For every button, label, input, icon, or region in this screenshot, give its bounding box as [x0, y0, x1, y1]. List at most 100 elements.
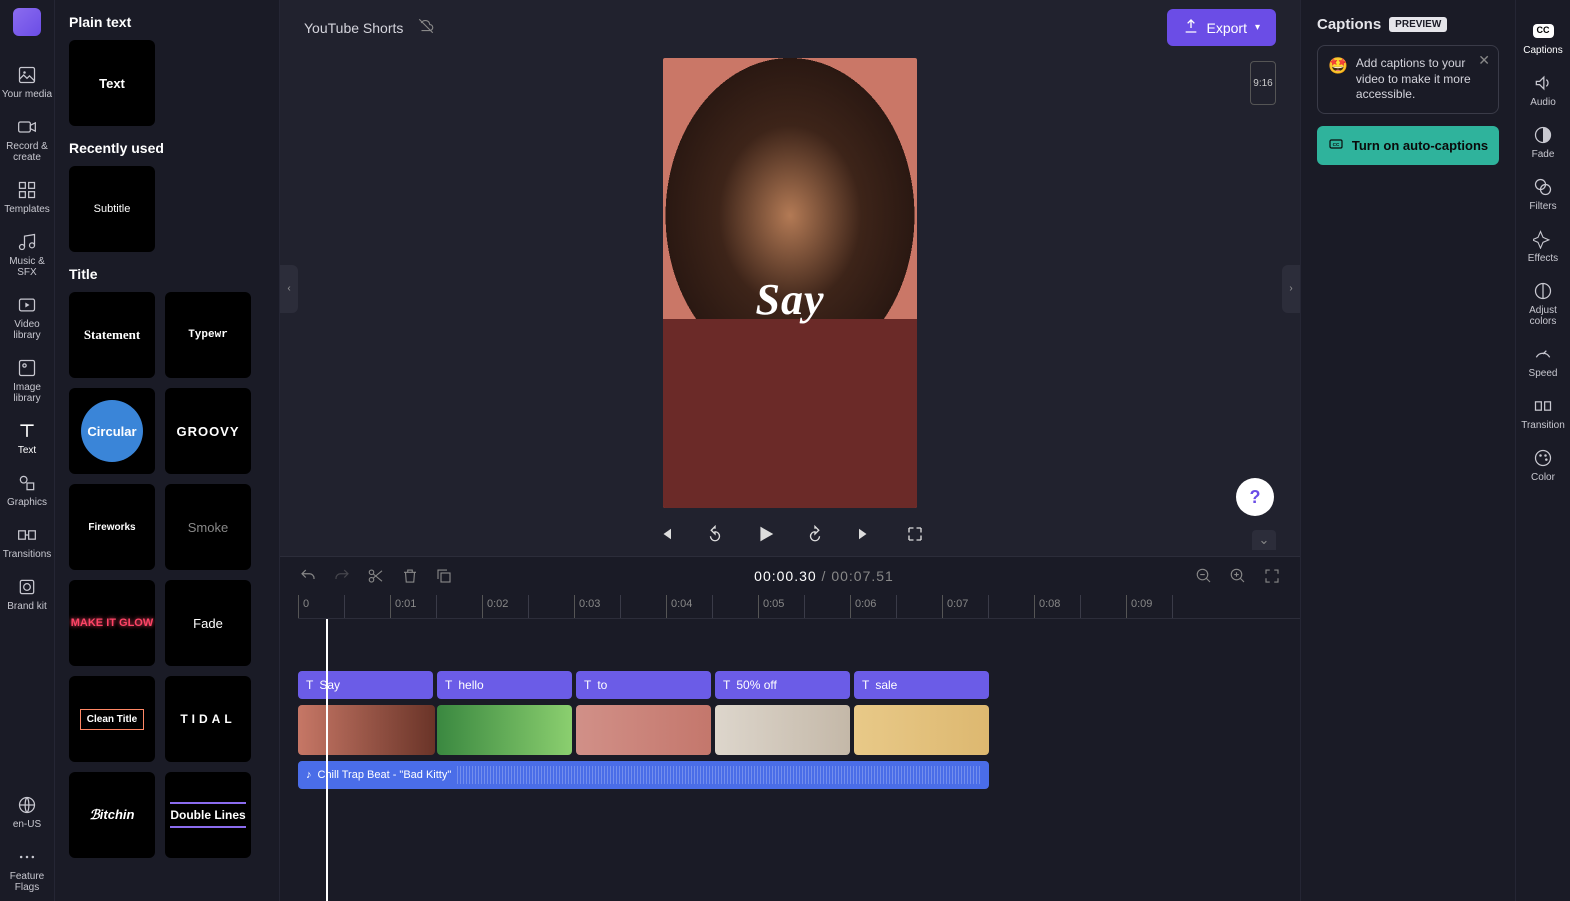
close-promo-button[interactable]: ✕: [1478, 52, 1490, 69]
nav-transitions[interactable]: Transitions: [0, 516, 55, 568]
aspect-ratio-button[interactable]: 9:16: [1250, 61, 1276, 105]
transition-icon: [1532, 395, 1554, 417]
audio-icon: [1532, 72, 1554, 94]
nav-graphics[interactable]: Graphics: [0, 464, 55, 516]
tile-smoke[interactable]: Smoke: [165, 484, 251, 570]
prop-captions[interactable]: CCCaptions: [1516, 12, 1570, 64]
preview-badge: PREVIEW: [1389, 17, 1447, 32]
tile-plain-text[interactable]: Text: [69, 40, 155, 126]
tile-fade[interactable]: Fade: [165, 580, 251, 666]
tile-double-lines[interactable]: Double Lines: [165, 772, 251, 858]
emoji-icon: 🤩: [1328, 56, 1348, 103]
playhead[interactable]: [326, 619, 328, 901]
fade-icon: [1532, 124, 1554, 146]
auto-captions-button[interactable]: CC Turn on auto-captions: [1317, 126, 1499, 165]
effects-icon: [1532, 228, 1554, 250]
captions-promo: 🤩 Add captions to your video to make it …: [1317, 45, 1499, 114]
nav-brand-kit[interactable]: Brand kit: [0, 568, 55, 620]
zoom-fit-button[interactable]: [1262, 566, 1282, 586]
delete-button[interactable]: [400, 566, 420, 586]
text-library-panel: Plain text Text Recently used Subtitle T…: [55, 0, 280, 901]
media-icon: [16, 64, 38, 86]
nav-video-library[interactable]: Video library: [0, 286, 55, 349]
video-clip[interactable]: [854, 705, 989, 755]
text-clip[interactable]: Thello: [437, 671, 572, 699]
skip-start-button[interactable]: [653, 522, 677, 546]
nav-music[interactable]: Music & SFX: [0, 223, 55, 286]
video-clip[interactable]: [576, 705, 711, 755]
nav-your-media[interactable]: Your media: [0, 56, 55, 108]
video-icon: [16, 294, 38, 316]
promo-text: Add captions to your video to make it mo…: [1356, 56, 1488, 103]
redo-button[interactable]: [332, 566, 352, 586]
preview-text-overlay: Say: [663, 274, 917, 325]
prop-audio[interactable]: Audio: [1516, 64, 1570, 116]
video-preview[interactable]: Say: [663, 58, 917, 508]
nav-locale[interactable]: en-US: [0, 786, 55, 838]
nav-feature-flags[interactable]: Feature Flags: [0, 838, 55, 901]
tile-groovy[interactable]: GROOVY: [165, 388, 251, 474]
color-icon: [1532, 447, 1554, 469]
tile-clean[interactable]: Clean Title: [69, 676, 155, 762]
split-button[interactable]: [366, 566, 386, 586]
tile-statement[interactable]: Statement: [69, 292, 155, 378]
prop-color[interactable]: Color: [1516, 439, 1570, 491]
duplicate-button[interactable]: [434, 566, 454, 586]
nav-image-library[interactable]: Image library: [0, 349, 55, 412]
video-clip[interactable]: [715, 705, 850, 755]
templates-icon: [16, 179, 38, 201]
project-title[interactable]: YouTube Shorts: [304, 20, 403, 36]
collapse-left-panel[interactable]: ‹: [280, 265, 298, 313]
nav-templates[interactable]: Templates: [0, 171, 55, 223]
panel-toggle-icon[interactable]: ⌄: [1252, 530, 1276, 550]
video-clip[interactable]: [298, 705, 435, 755]
text-icon: T: [445, 678, 452, 692]
video-clip[interactable]: [437, 705, 572, 755]
preview-area: ‹ Say 9:16 ? ›: [280, 55, 1300, 522]
globe-icon: [16, 794, 38, 816]
nav-text[interactable]: Text: [0, 412, 55, 464]
collapse-right-panel[interactable]: ›: [1282, 265, 1300, 313]
text-clip[interactable]: TSay: [298, 671, 433, 699]
timeline-toolbar: 00:00.30 / 00:07.51: [280, 557, 1300, 595]
forward-button[interactable]: [803, 522, 827, 546]
prop-speed[interactable]: Speed: [1516, 335, 1570, 387]
prop-filters[interactable]: Filters: [1516, 168, 1570, 220]
filters-icon: [1532, 176, 1554, 198]
prop-transition[interactable]: Transition: [1516, 387, 1570, 439]
audio-clip[interactable]: ♪Chill Trap Beat - "Bad Kitty": [298, 761, 989, 789]
tile-glow[interactable]: MAKE IT GLOW: [69, 580, 155, 666]
rewind-button[interactable]: [703, 522, 727, 546]
play-button[interactable]: [753, 522, 777, 546]
section-plain-text: Plain text: [69, 14, 265, 30]
captions-title: Captions: [1317, 16, 1381, 33]
help-button[interactable]: ?: [1236, 478, 1274, 516]
undo-button[interactable]: [298, 566, 318, 586]
zoom-out-button[interactable]: [1194, 566, 1214, 586]
image-icon: [16, 357, 38, 379]
transition-icon: [16, 524, 38, 546]
text-clip[interactable]: Tsale: [854, 671, 989, 699]
cc-icon: CC: [1328, 136, 1344, 155]
tile-subtitle[interactable]: Subtitle: [69, 166, 155, 252]
export-button[interactable]: Export ▾: [1167, 9, 1277, 46]
chevron-down-icon: ▾: [1255, 22, 1260, 33]
tile-circular[interactable]: Circular: [69, 388, 155, 474]
skip-end-button[interactable]: [853, 522, 877, 546]
tile-fireworks[interactable]: Fireworks: [69, 484, 155, 570]
tile-tidal[interactable]: TIDAL: [165, 676, 251, 762]
shapes-icon: [16, 472, 38, 494]
zoom-in-button[interactable]: [1228, 566, 1248, 586]
timeline-tracks[interactable]: TSayThelloTtoT50% offTsale ♪Chill Trap B…: [298, 619, 1300, 901]
nav-record[interactable]: Record & create: [0, 108, 55, 171]
fullscreen-button[interactable]: [903, 522, 927, 546]
prop-adjust-colors[interactable]: Adjust colors: [1516, 272, 1570, 335]
text-icon: [16, 420, 38, 442]
text-clip[interactable]: Tto: [576, 671, 711, 699]
tile-typewriter[interactable]: Typewr: [165, 292, 251, 378]
text-clip[interactable]: T50% off: [715, 671, 850, 699]
timeline-ruler[interactable]: 00:010:020:030:040:050:060:070:080:09: [298, 595, 1300, 619]
tile-bitchin[interactable]: ℬitchin: [69, 772, 155, 858]
prop-effects[interactable]: Effects: [1516, 220, 1570, 272]
prop-fade[interactable]: Fade: [1516, 116, 1570, 168]
